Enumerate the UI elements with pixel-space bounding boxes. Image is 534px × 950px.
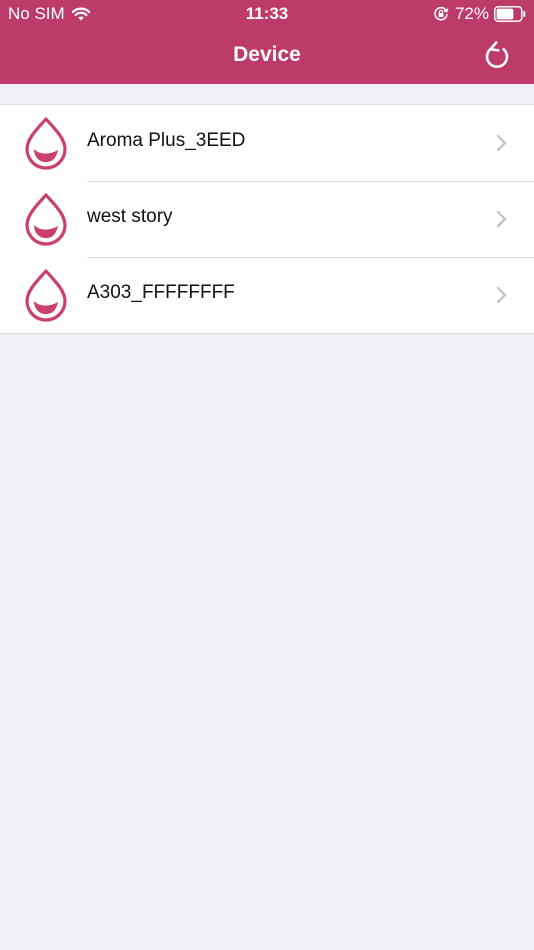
device-name: Aroma Plus_3EED bbox=[87, 130, 246, 151]
device-list: Aroma Plus_3EED west story A303_FFFFFFFF bbox=[0, 104, 534, 334]
drop-icon bbox=[25, 193, 67, 246]
chevron-right-icon bbox=[496, 286, 507, 304]
refresh-button[interactable] bbox=[480, 38, 514, 72]
chevron-right-icon bbox=[496, 134, 507, 152]
chevron-right-icon bbox=[496, 210, 507, 228]
device-row-a303[interactable]: A303_FFFFFFFF bbox=[0, 257, 534, 333]
battery-icon bbox=[494, 6, 526, 22]
drop-icon bbox=[25, 269, 67, 322]
battery-percent: 72% bbox=[454, 4, 489, 23]
battery-fill bbox=[496, 8, 514, 20]
status-right: 72% bbox=[433, 4, 526, 24]
wifi-icon bbox=[71, 7, 90, 21]
orientation-lock-icon bbox=[434, 6, 449, 21]
drop-icon bbox=[25, 117, 67, 170]
device-row-west-story[interactable]: west story bbox=[0, 181, 534, 257]
carrier-label: No SIM bbox=[8, 4, 65, 23]
device-name: A303_FFFFFFFF bbox=[87, 282, 235, 303]
refresh-icon bbox=[485, 41, 509, 68]
device-row-aroma-plus[interactable]: Aroma Plus_3EED bbox=[0, 105, 534, 181]
status-bar: No SIM 11:33 72% bbox=[0, 0, 534, 28]
device-name: west story bbox=[87, 206, 173, 227]
page-title: Device bbox=[233, 43, 301, 66]
nav-header: No SIM 11:33 72% Device bbox=[0, 0, 534, 84]
status-left: No SIM bbox=[8, 4, 91, 24]
